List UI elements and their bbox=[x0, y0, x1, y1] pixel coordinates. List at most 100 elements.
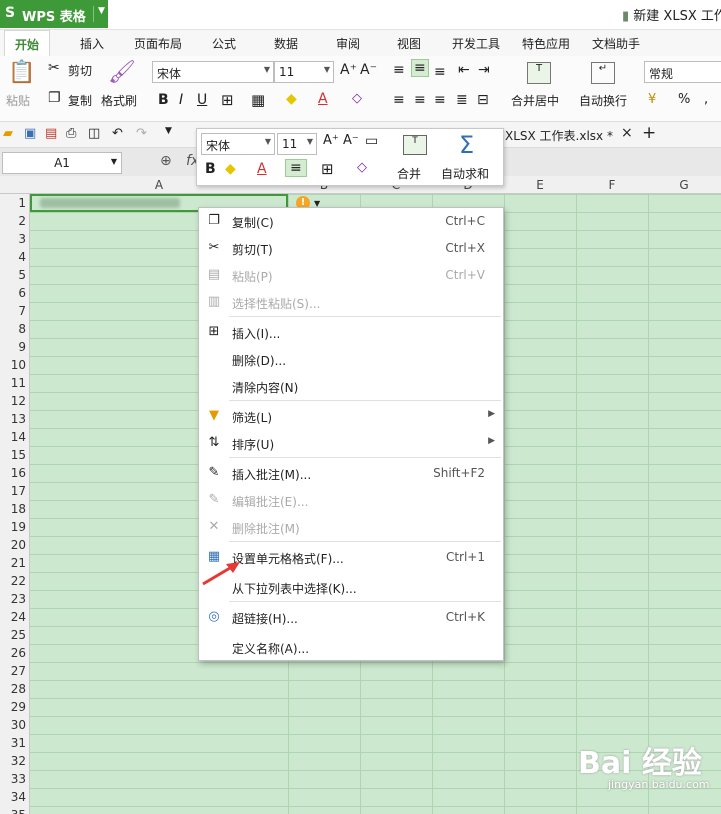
tab-formulas[interactable]: 公式 bbox=[212, 35, 236, 52]
underline-icon[interactable]: U bbox=[197, 92, 207, 108]
context-menu-item[interactable]: ◎ 超链接(H)... Ctrl+K bbox=[199, 604, 503, 630]
context-menu-item[interactable]: ✎ 插入批注(M)... Shift+F2 bbox=[199, 460, 503, 486]
row-header-24[interactable]: 24 bbox=[0, 610, 26, 624]
merge-center-button[interactable]: 合并居中 bbox=[511, 92, 559, 109]
row-header-12[interactable]: 12 bbox=[0, 394, 26, 408]
save-icon[interactable]: ▣ bbox=[24, 126, 36, 141]
format-box-icon[interactable]: ▭ bbox=[365, 133, 378, 149]
paste-label[interactable]: 粘贴 bbox=[6, 92, 30, 109]
undo-icon[interactable]: ↶ bbox=[112, 126, 123, 141]
tab-view[interactable]: 视图 bbox=[397, 35, 421, 52]
align-left-icon[interactable]: ≡ bbox=[393, 92, 405, 108]
context-menu-item[interactable]: ⊞ 插入(I)... bbox=[199, 319, 503, 345]
border-style-icon[interactable]: ▦ bbox=[251, 91, 265, 109]
row-header-28[interactable]: 28 bbox=[0, 682, 26, 696]
row-header-25[interactable]: 25 bbox=[0, 628, 26, 642]
percent-button[interactable]: % bbox=[678, 92, 690, 107]
bold-icon[interactable]: B bbox=[158, 92, 169, 108]
row-header-29[interactable]: 29 bbox=[0, 700, 26, 714]
row-header-17[interactable]: 17 bbox=[0, 484, 26, 498]
border-icon[interactable]: ⊞ bbox=[221, 91, 234, 109]
row-header-4[interactable]: 4 bbox=[0, 250, 26, 264]
row-header-18[interactable]: 18 bbox=[0, 502, 26, 516]
align-center-icon[interactable]: ≡ bbox=[414, 92, 426, 108]
tab-page-layout[interactable]: 页面布局 bbox=[134, 35, 182, 52]
format-painter-icon[interactable]: 🖌 bbox=[108, 60, 136, 85]
row-header-22[interactable]: 22 bbox=[0, 574, 26, 588]
row-header-32[interactable]: 32 bbox=[0, 754, 26, 768]
tab-doc-assistant[interactable]: 文档助手 bbox=[592, 35, 640, 52]
document-tab-label[interactable]: XLSX 工作表.xlsx * bbox=[505, 127, 613, 144]
fill-color-icon[interactable]: ◆ bbox=[286, 91, 297, 107]
row-header-20[interactable]: 20 bbox=[0, 538, 26, 552]
align-middle-icon[interactable]: ≡ bbox=[411, 59, 429, 77]
zoom-icon[interactable]: ⊕ bbox=[160, 153, 172, 169]
row-header-2[interactable]: 2 bbox=[0, 214, 26, 228]
grow-font-icon[interactable]: A⁺ bbox=[323, 133, 339, 148]
row-header-7[interactable]: 7 bbox=[0, 304, 26, 318]
row-header-35[interactable]: 35 bbox=[0, 808, 26, 814]
justify-icon[interactable]: ≣ bbox=[456, 92, 468, 108]
shrink-font-icon[interactable]: A⁻ bbox=[360, 62, 377, 78]
row-header-8[interactable]: 8 bbox=[0, 322, 26, 336]
column-header-e[interactable]: E bbox=[504, 178, 576, 192]
distribute-icon[interactable]: ⊟ bbox=[477, 92, 489, 108]
number-format-select[interactable]: 常规 bbox=[644, 61, 721, 83]
bold-icon[interactable]: B bbox=[205, 161, 216, 177]
row-header-26[interactable]: 26 bbox=[0, 646, 26, 660]
mini-autosum-button[interactable]: 自动求和 bbox=[441, 165, 489, 182]
row-header-30[interactable]: 30 bbox=[0, 718, 26, 732]
name-box[interactable]: A1 ▼ bbox=[2, 152, 122, 174]
tab-review[interactable]: 审阅 bbox=[336, 35, 360, 52]
mini-merge-button[interactable]: 合并 bbox=[397, 165, 421, 182]
print-icon[interactable]: ⎙ bbox=[66, 126, 76, 141]
context-menu-item[interactable]: 删除(D)... bbox=[199, 346, 503, 372]
fill-color-icon[interactable]: ◆ bbox=[225, 161, 236, 177]
print-preview-icon[interactable]: ◫ bbox=[88, 126, 100, 141]
align-center-icon[interactable]: ≡ bbox=[285, 159, 307, 177]
column-header-f[interactable]: F bbox=[576, 178, 648, 192]
chevron-down-icon[interactable]: ▼ bbox=[307, 137, 313, 146]
tab-data[interactable]: 数据 bbox=[274, 35, 298, 52]
chevron-down-icon[interactable]: ▼ bbox=[264, 65, 270, 74]
tab-features[interactable]: 特色应用 bbox=[522, 35, 570, 52]
app-menu-button[interactable]: S WPS 表格 ▼ bbox=[0, 0, 108, 28]
font-color-icon[interactable]: A bbox=[257, 161, 267, 177]
tab-insert[interactable]: 插入 bbox=[80, 35, 104, 52]
open-folder-icon[interactable]: ▰ bbox=[3, 126, 13, 141]
cut-button[interactable]: 剪切 bbox=[68, 62, 92, 79]
grow-font-icon[interactable]: A⁺ bbox=[340, 62, 357, 78]
export-pdf-icon[interactable]: ▤ bbox=[45, 126, 57, 141]
align-right-icon[interactable]: ≡ bbox=[434, 92, 446, 108]
column-header-g[interactable]: G bbox=[648, 178, 720, 192]
indent-decrease-icon[interactable]: ⇤ bbox=[458, 62, 470, 78]
new-tab-icon[interactable]: + bbox=[642, 123, 656, 143]
row-header-10[interactable]: 10 bbox=[0, 358, 26, 372]
copy-button[interactable]: 复制 bbox=[68, 92, 92, 109]
row-header-34[interactable]: 34 bbox=[0, 790, 26, 804]
row-header-31[interactable]: 31 bbox=[0, 736, 26, 750]
indent-increase-icon[interactable]: ⇥ bbox=[478, 62, 490, 78]
chevron-down-icon[interactable]: ▼ bbox=[324, 65, 330, 74]
align-top-icon[interactable]: ≡ bbox=[393, 62, 405, 78]
merge-icon[interactable]: T bbox=[403, 135, 427, 155]
scissors-icon[interactable]: ✂ bbox=[48, 60, 60, 76]
shrink-font-icon[interactable]: A⁻ bbox=[343, 133, 359, 148]
mini-font-size-select[interactable]: 11 ▼ bbox=[277, 133, 317, 155]
row-header-21[interactable]: 21 bbox=[0, 556, 26, 570]
paste-icon[interactable]: 📋 bbox=[8, 60, 35, 85]
redo-icon[interactable]: ↷ bbox=[136, 126, 147, 141]
row-header-9[interactable]: 9 bbox=[0, 340, 26, 354]
context-menu-item[interactable]: ▦ 设置单元格格式(F)... Ctrl+1 bbox=[199, 544, 503, 570]
row-header-19[interactable]: 19 bbox=[0, 520, 26, 534]
row-header-6[interactable]: 6 bbox=[0, 286, 26, 300]
copy-icon[interactable]: ❐ bbox=[48, 90, 61, 106]
row-header-13[interactable]: 13 bbox=[0, 412, 26, 426]
row-header-11[interactable]: 11 bbox=[0, 376, 26, 390]
font-name-select[interactable]: 宋体 ▼ bbox=[152, 61, 274, 83]
row-header-23[interactable]: 23 bbox=[0, 592, 26, 606]
wrap-text-button[interactable]: 自动换行 bbox=[579, 92, 627, 109]
context-menu-item[interactable]: ❐ 复制(C) Ctrl+C bbox=[199, 208, 503, 234]
italic-icon[interactable]: I bbox=[179, 92, 183, 108]
currency-icon[interactable]: ¥ bbox=[648, 92, 656, 107]
